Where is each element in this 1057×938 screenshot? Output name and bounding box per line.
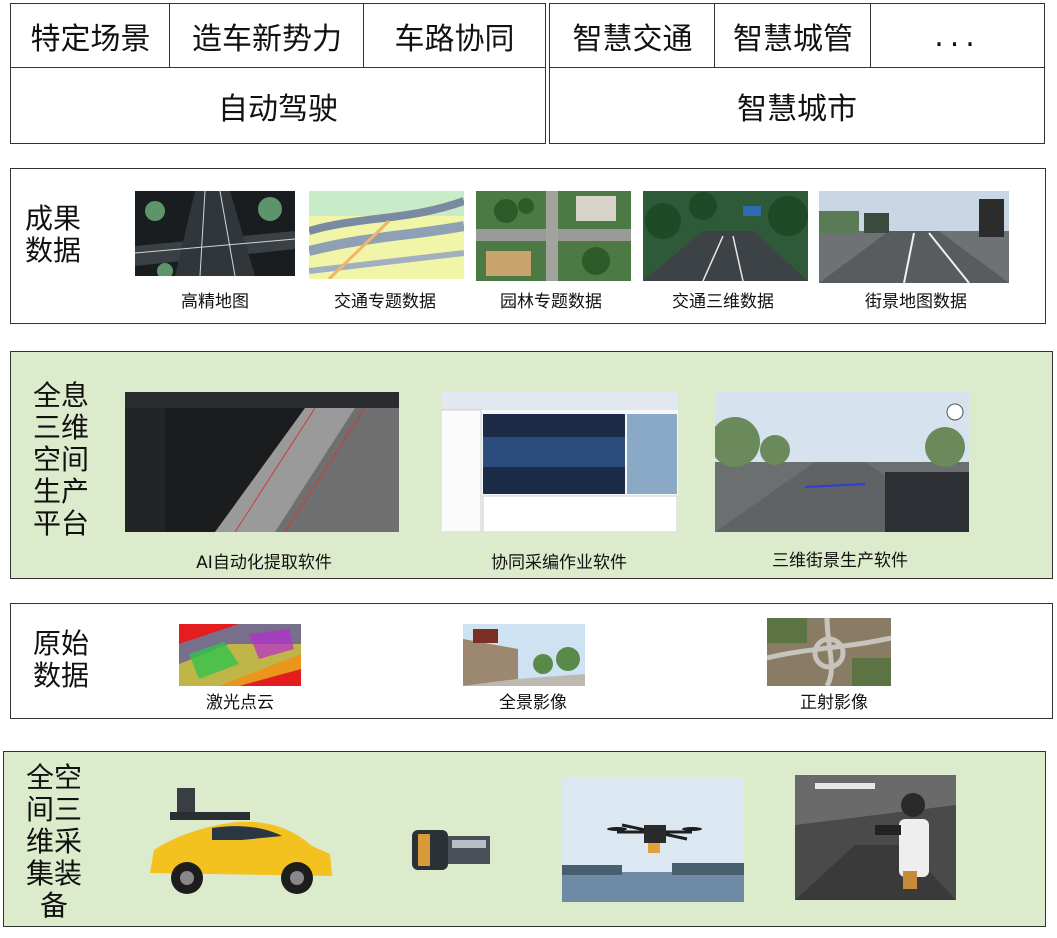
label-line: 备 [40, 889, 69, 922]
laser-point-cloud-image [179, 624, 301, 686]
label-line: 原始 [33, 627, 90, 660]
ai-extraction-caption: AI自动化提取软件 [196, 553, 332, 573]
traffic-thematic-caption: 交通专题数据 [334, 292, 436, 312]
label-line: 三维 [33, 411, 90, 444]
label-line: 全空 [26, 761, 83, 794]
scenario-smart-urban: 智慧城管 [714, 3, 872, 69]
3d-streetview-software-image [715, 392, 969, 532]
label-line: 数据 [33, 659, 90, 692]
street-view-caption: 街景地图数据 [865, 292, 967, 312]
label-line: 平台 [33, 507, 90, 540]
street-view-image [819, 191, 1009, 283]
equipment-label: 全空 间三 维采 集装 备 [26, 762, 82, 922]
label-line: 集装 [26, 857, 83, 890]
ai-extraction-software-image [125, 392, 399, 532]
garden-thematic-image [476, 191, 631, 281]
3d-streetview-caption: 三维街景生产软件 [772, 551, 908, 571]
label-line: 空间 [33, 443, 90, 476]
scenario-group-autodrive: 自动驾驶 [10, 67, 546, 144]
garden-thematic-caption: 园林专题数据 [500, 292, 602, 312]
lidar-scanner-image [408, 824, 494, 876]
scenario-more: ... [870, 3, 1045, 69]
scenario-v2x: 车路协同 [363, 3, 546, 69]
panoramic-image [463, 624, 585, 686]
label-line: 维采 [26, 825, 83, 858]
scenario-special: 特定场景 [10, 3, 171, 69]
label-line: 数据 [25, 234, 82, 267]
result-data-section: 成果 数据 高精地图 交通专题数据 园林专题数据 交通三维数据 街景地图数据 [10, 168, 1046, 324]
result-data-label: 成果 数据 [25, 203, 81, 267]
traffic-thematic-image [309, 191, 464, 279]
hd-map-image [135, 191, 295, 276]
raw-data-label: 原始 数据 [33, 628, 89, 692]
handheld-scanner-image [795, 775, 956, 900]
label-line: 成果 [25, 202, 82, 235]
hd-map-caption: 高精地图 [181, 292, 249, 312]
label-line: 全息 [33, 379, 90, 412]
collaborative-editing-caption: 协同采编作业软件 [491, 553, 627, 573]
scenario-new-ev: 造车新势力 [169, 3, 365, 69]
orthophoto-image [767, 618, 891, 686]
label-line: 间三 [26, 793, 83, 826]
raw-data-section: 原始 数据 激光点云 全景影像 正射影像 [10, 603, 1053, 719]
panoramic-caption: 全景影像 [499, 693, 567, 713]
scenario-smart-traffic: 智慧交通 [549, 3, 716, 69]
scenario-group-smartcity: 智慧城市 [549, 67, 1045, 144]
platform-section: 全息 三维 空间 生产 平台 AI自动化提取软件 协同采编作业软件 三维街景生产… [10, 351, 1053, 579]
collaborative-editing-software-image [441, 392, 678, 532]
drone-image [562, 777, 744, 902]
platform-label: 全息 三维 空间 生产 平台 [33, 380, 89, 540]
label-line: 生产 [33, 475, 90, 508]
traffic-3d-image [643, 191, 808, 281]
orthophoto-caption: 正射影像 [800, 693, 868, 713]
equipment-section: 全空 间三 维采 集装 备 [3, 751, 1046, 927]
vehicle-mapping-car-image [142, 788, 337, 898]
laser-point-cloud-caption: 激光点云 [206, 693, 274, 713]
traffic-3d-caption: 交通三维数据 [672, 292, 774, 312]
